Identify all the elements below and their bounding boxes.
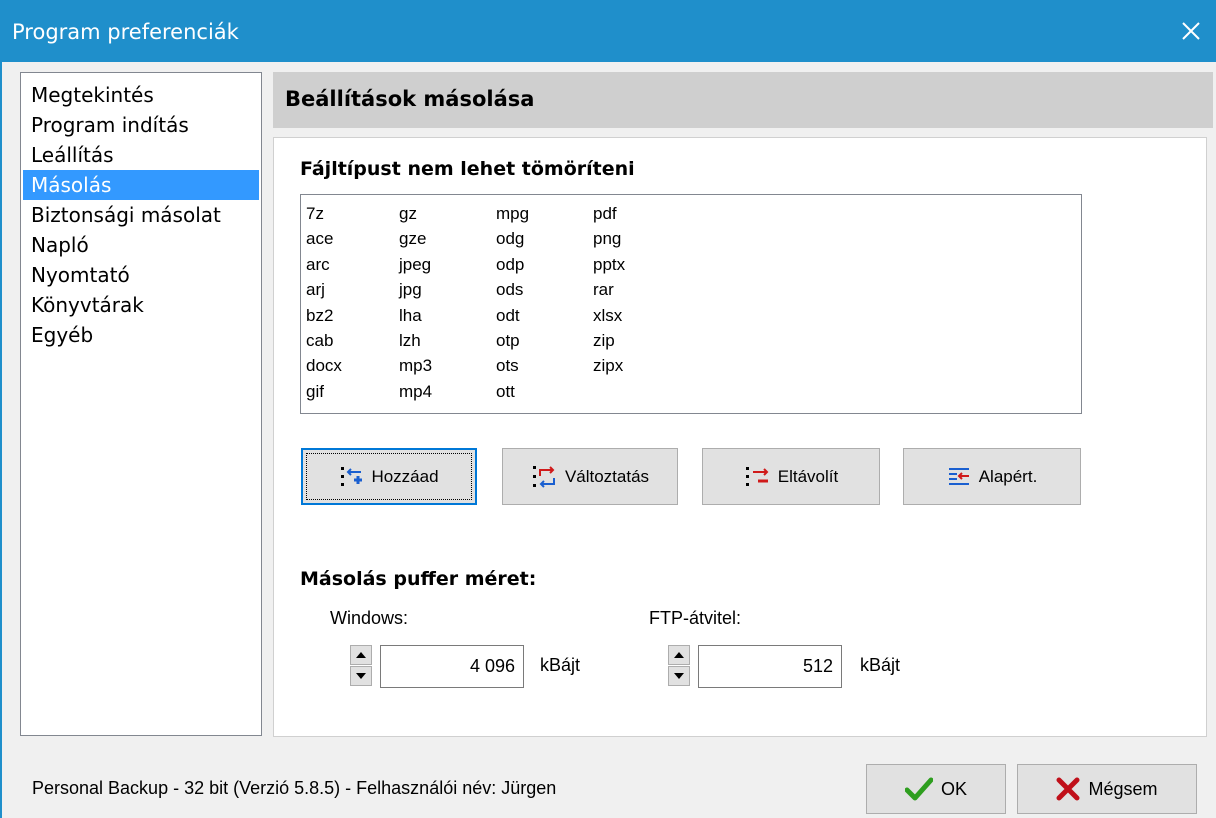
list-item[interactable]: png	[593, 226, 693, 251]
filetype-column: gz gze jpeg jpg lha lzh mp3 mp4	[399, 201, 499, 404]
section-header: Beállítások másolása	[273, 72, 1213, 128]
sidebar-item-naplo[interactable]: Napló	[23, 230, 259, 260]
filetype-column: mpg odg odp ods odt otp ots ott	[496, 201, 596, 404]
arrow-down-icon	[674, 673, 684, 679]
sidebar-item-leallitas[interactable]: Leállítás	[23, 140, 259, 170]
list-item[interactable]: ace	[306, 226, 406, 251]
list-item[interactable]: docx	[306, 353, 406, 378]
ok-button[interactable]: OK	[866, 764, 1006, 814]
filetype-column: 7z ace arc arj bz2 cab docx gif	[306, 201, 406, 404]
list-item[interactable]: mp4	[399, 379, 499, 404]
list-item[interactable]: gif	[306, 379, 406, 404]
buffer-size-label: Másolás puffer méret:	[300, 568, 537, 590]
increment-button[interactable]	[350, 645, 372, 665]
list-item[interactable]: bz2	[306, 303, 406, 328]
filetype-column: pdf png pptx rar xlsx zip zipx	[593, 201, 693, 379]
sidebar-item-megtekintes[interactable]: Megtekintés	[23, 80, 259, 110]
list-item[interactable]: mpg	[496, 201, 596, 226]
list-item[interactable]: lha	[399, 303, 499, 328]
list-item[interactable]: pdf	[593, 201, 693, 226]
sidebar: Megtekintés Program indítás Leállítás Má…	[20, 72, 262, 736]
list-item[interactable]: zip	[593, 328, 693, 353]
list-item[interactable]: ods	[496, 277, 596, 302]
arrow-up-icon	[356, 652, 366, 658]
windows-buffer-input[interactable]: 4 096	[380, 645, 524, 688]
list-item[interactable]: arc	[306, 252, 406, 277]
list-item[interactable]: cab	[306, 328, 406, 353]
windows-buffer-stepper[interactable]	[348, 644, 374, 688]
close-button[interactable]	[1166, 0, 1216, 62]
decrement-button[interactable]	[350, 666, 372, 686]
change-button[interactable]: Változtatás	[502, 448, 678, 505]
list-item[interactable]: zipx	[593, 353, 693, 378]
list-item[interactable]: jpg	[399, 277, 499, 302]
list-item[interactable]: 7z	[306, 201, 406, 226]
checkmark-icon	[904, 777, 933, 801]
list-item[interactable]: odp	[496, 252, 596, 277]
increment-button[interactable]	[668, 645, 690, 665]
default-button[interactable]: Alapért.	[903, 448, 1081, 505]
list-item[interactable]: otp	[496, 328, 596, 353]
list-item[interactable]: lzh	[399, 328, 499, 353]
ftp-buffer-input[interactable]: 512	[698, 645, 842, 688]
cancel-button[interactable]: Mégsem	[1017, 764, 1197, 814]
remove-item-icon	[745, 466, 769, 486]
filetype-list[interactable]: 7z ace arc arj bz2 cab docx gif gz gze j…	[300, 194, 1082, 414]
sidebar-item-egyeb[interactable]: Egyéb	[23, 320, 259, 350]
remove-button[interactable]: Eltávolít	[702, 448, 880, 505]
window-border	[0, 62, 2, 818]
remove-button-label: Eltávolít	[777, 466, 839, 486]
arrow-down-icon	[356, 673, 366, 679]
decrement-button[interactable]	[668, 666, 690, 686]
ok-button-label: OK	[940, 778, 967, 799]
window-title: Program preferenciák	[12, 20, 239, 44]
list-item[interactable]: odg	[496, 226, 596, 251]
close-icon	[1182, 22, 1200, 40]
title-bar: Program preferenciák	[0, 0, 1216, 62]
filetypes-label: Fájltípust nem lehet tömöríteni	[300, 158, 635, 180]
default-button-label: Alapért.	[978, 466, 1038, 486]
change-item-icon	[532, 465, 555, 488]
windows-buffer-unit: kBájt	[540, 655, 581, 675]
sidebar-item-konyvtarak[interactable]: Könyvtárak	[23, 290, 259, 320]
change-button-label: Változtatás	[564, 466, 650, 486]
list-item[interactable]: rar	[593, 277, 693, 302]
settings-panel: Fájltípust nem lehet tömöríteni 7z ace a…	[273, 137, 1207, 737]
list-item[interactable]: arj	[306, 277, 406, 302]
sidebar-item-program-inditas[interactable]: Program indítás	[23, 110, 259, 140]
list-item[interactable]: gz	[399, 201, 499, 226]
list-item[interactable]: xlsx	[593, 303, 693, 328]
section-title: Beállítások másolása	[285, 87, 535, 111]
sidebar-item-biztonsagi-masolat[interactable]: Biztonsági másolat	[23, 200, 259, 230]
list-item[interactable]: gze	[399, 226, 499, 251]
sidebar-item-masolas[interactable]: Másolás	[23, 170, 259, 200]
arrow-up-icon	[674, 652, 684, 658]
list-item[interactable]: ots	[496, 353, 596, 378]
focus-rectangle	[306, 453, 472, 500]
reset-default-icon	[948, 467, 969, 485]
add-button[interactable]: Hozzáad	[301, 448, 477, 505]
status-text: Personal Backup - 32 bit (Verzió 5.8.5) …	[32, 778, 557, 798]
windows-label: Windows:	[330, 608, 409, 628]
ftp-label: FTP-átvitel:	[649, 608, 742, 628]
list-item[interactable]: ott	[496, 379, 596, 404]
list-item[interactable]: mp3	[399, 353, 499, 378]
ftp-buffer-stepper[interactable]	[666, 644, 692, 688]
list-item[interactable]: odt	[496, 303, 596, 328]
list-item[interactable]: jpeg	[399, 252, 499, 277]
list-item[interactable]: pptx	[593, 252, 693, 277]
ftp-buffer-unit: kBájt	[860, 655, 901, 675]
sidebar-item-nyomtato[interactable]: Nyomtató	[23, 260, 259, 290]
cancel-button-label: Mégsem	[1088, 778, 1158, 799]
x-icon	[1056, 777, 1080, 801]
